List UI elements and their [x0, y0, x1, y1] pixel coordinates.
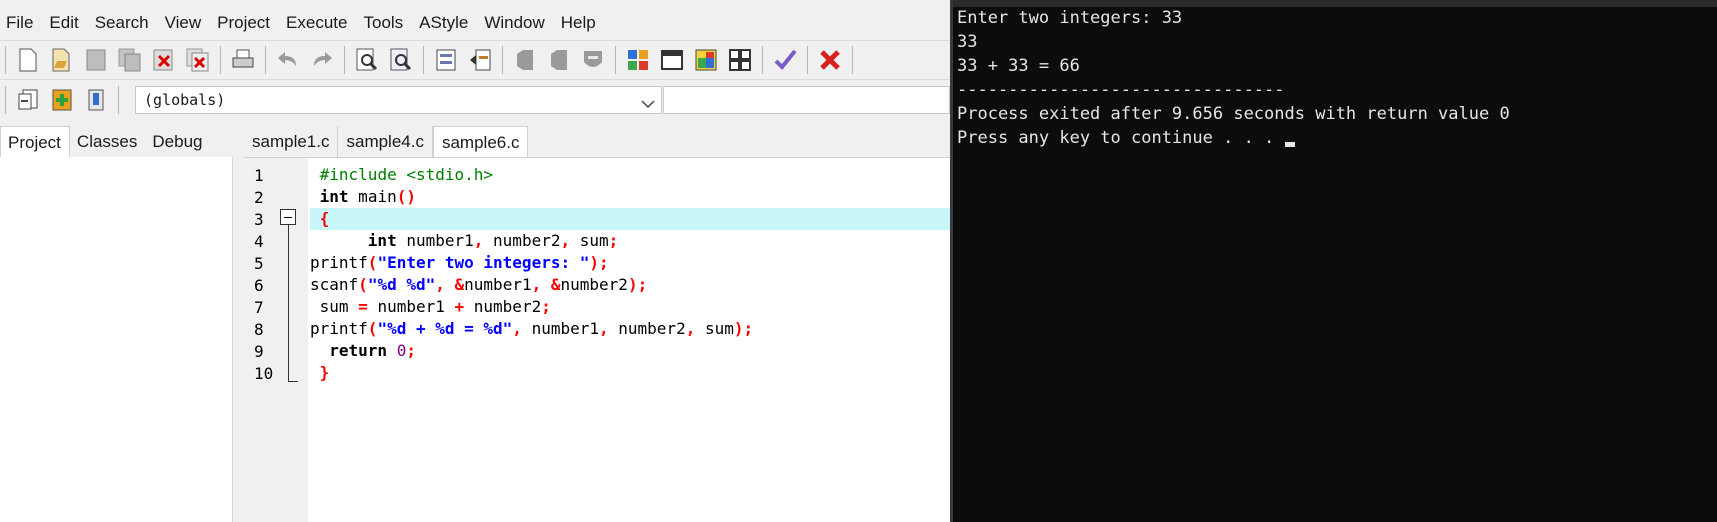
tab-debug[interactable]: Debug — [145, 126, 210, 158]
toolbar-separator — [220, 46, 221, 74]
code-line: int main() — [319, 187, 416, 206]
menu-edit[interactable]: Edit — [43, 13, 88, 33]
toolbar-separator — [265, 46, 266, 74]
toolbar-separator — [762, 46, 763, 74]
code-editor[interactable]: 1 2 3 4 5 6 7 8 9 10 #include <stdio.h> … — [244, 157, 950, 522]
tab-classes[interactable]: Classes — [70, 126, 145, 158]
new-file-icon[interactable] — [14, 46, 42, 74]
close-all-icon[interactable] — [184, 46, 212, 74]
menu-project[interactable]: Project — [211, 13, 280, 33]
line-number: 9 — [254, 342, 264, 361]
toolbar-separator — [807, 46, 808, 74]
line-number: 7 — [254, 298, 264, 317]
console-line: -------------------------------- — [957, 80, 1285, 100]
tab-sample1[interactable]: sample1.c — [244, 126, 339, 158]
fold-line — [288, 225, 289, 382]
code-line: printf("%d + %d = %d", number1, number2,… — [310, 319, 754, 338]
code-line: #include <stdio.h> — [319, 165, 494, 184]
bookmark-toggle-icon[interactable] — [511, 46, 539, 74]
console-window[interactable]: Enter two integers: 33 33 33 + 33 = 66 -… — [950, 0, 1717, 522]
undo-icon[interactable] — [274, 46, 302, 74]
close-icon[interactable] — [150, 46, 178, 74]
rebuild-all-icon[interactable] — [726, 46, 754, 74]
bookmark-prev-icon[interactable] — [545, 46, 573, 74]
left-panel-tabs: Project Classes Debug — [0, 126, 211, 159]
indent-icon[interactable] — [432, 46, 460, 74]
stop-execution-icon[interactable] — [816, 46, 844, 74]
scope-combo-value: (globals) — [144, 91, 226, 109]
console-line: Process exited after 9.656 seconds with … — [957, 104, 1510, 124]
project-panel — [0, 157, 233, 522]
menu-tools[interactable]: Tools — [357, 13, 413, 33]
console-prompt-text: Press any key to continue . . . — [957, 128, 1285, 148]
toolbar-separator — [615, 46, 616, 74]
fold-end — [288, 381, 298, 382]
line-number: 8 — [254, 320, 264, 339]
insert-icon[interactable] — [82, 86, 110, 114]
console-line: 33 + 33 = 66 — [957, 56, 1080, 76]
open-file-icon[interactable] — [48, 46, 76, 74]
code-line: scanf("%d %d", &number1, &number2); — [310, 275, 648, 294]
code-line: return 0; — [329, 341, 416, 360]
line-number: 2 — [254, 188, 264, 207]
unindent-icon[interactable] — [466, 46, 494, 74]
code-line: printf("Enter two integers: "); — [310, 253, 609, 272]
console-titlebar — [953, 0, 1717, 7]
scope-combo[interactable]: (globals) — [135, 86, 662, 114]
bookmark-next-icon[interactable] — [579, 46, 607, 74]
line-number: 3 — [254, 210, 264, 229]
menu-astyle[interactable]: AStyle — [413, 13, 478, 33]
menu-bar: File Edit Search View Project Execute To… — [0, 9, 950, 37]
chevron-down-icon[interactable] — [641, 93, 655, 119]
code-line-current: { — [310, 208, 950, 230]
menu-file[interactable]: File — [0, 13, 43, 33]
replace-icon[interactable] — [387, 46, 415, 74]
menu-help[interactable]: Help — [555, 13, 606, 33]
compile-icon[interactable] — [624, 46, 652, 74]
syntax-check-icon[interactable] — [771, 46, 799, 74]
main-toolbar — [0, 40, 950, 80]
function-combo[interactable] — [663, 86, 950, 114]
print-icon[interactable] — [229, 46, 257, 74]
toolbar-separator — [5, 86, 6, 114]
find-icon[interactable] — [353, 46, 381, 74]
toolbar-separator — [502, 46, 503, 74]
toolbar-separator — [423, 46, 424, 74]
line-number: 4 — [254, 232, 264, 251]
line-number: 5 — [254, 254, 264, 273]
save-icon[interactable] — [82, 46, 110, 74]
toolbar-separator — [852, 46, 853, 74]
menu-execute[interactable]: Execute — [280, 13, 357, 33]
save-all-icon[interactable] — [116, 46, 144, 74]
toolbar-separator — [344, 46, 345, 74]
code-line: int number1, number2, sum; — [367, 231, 619, 250]
compile-run-icon[interactable] — [692, 46, 720, 74]
console-cursor — [1284, 142, 1295, 147]
goto-class-icon[interactable] — [14, 86, 42, 114]
tab-project[interactable]: Project — [0, 126, 70, 159]
menu-window[interactable]: Window — [478, 13, 554, 33]
toolbar-separator — [118, 86, 119, 114]
tab-sample4[interactable]: sample4.c — [338, 126, 433, 158]
menu-search[interactable]: Search — [89, 13, 159, 33]
console-line: 33 — [957, 32, 978, 52]
redo-icon[interactable] — [308, 46, 336, 74]
line-number-gutter: 1 2 3 4 5 6 7 8 9 10 — [244, 158, 308, 522]
line-number: 6 — [254, 276, 264, 295]
code-line: } — [319, 363, 330, 382]
editor-tabs: sample1.c sample4.c sample6.c — [244, 126, 529, 159]
console-prompt-line: Press any key to continue . . . — [957, 128, 1295, 148]
console-line: Enter two integers: 33 — [957, 8, 1183, 28]
run-icon[interactable] — [658, 46, 686, 74]
toolbar-separator — [5, 46, 6, 74]
line-number: 1 — [254, 166, 264, 185]
code-line: sum = number1 + number2; — [319, 297, 551, 316]
menu-view[interactable]: View — [159, 13, 212, 33]
add-to-project-icon[interactable] — [48, 86, 76, 114]
ide-window: File Edit Search View Project Execute To… — [0, 0, 950, 522]
fold-collapse-icon[interactable] — [280, 209, 296, 225]
tab-sample6[interactable]: sample6.c — [432, 126, 529, 159]
line-number: 10 — [254, 364, 274, 383]
